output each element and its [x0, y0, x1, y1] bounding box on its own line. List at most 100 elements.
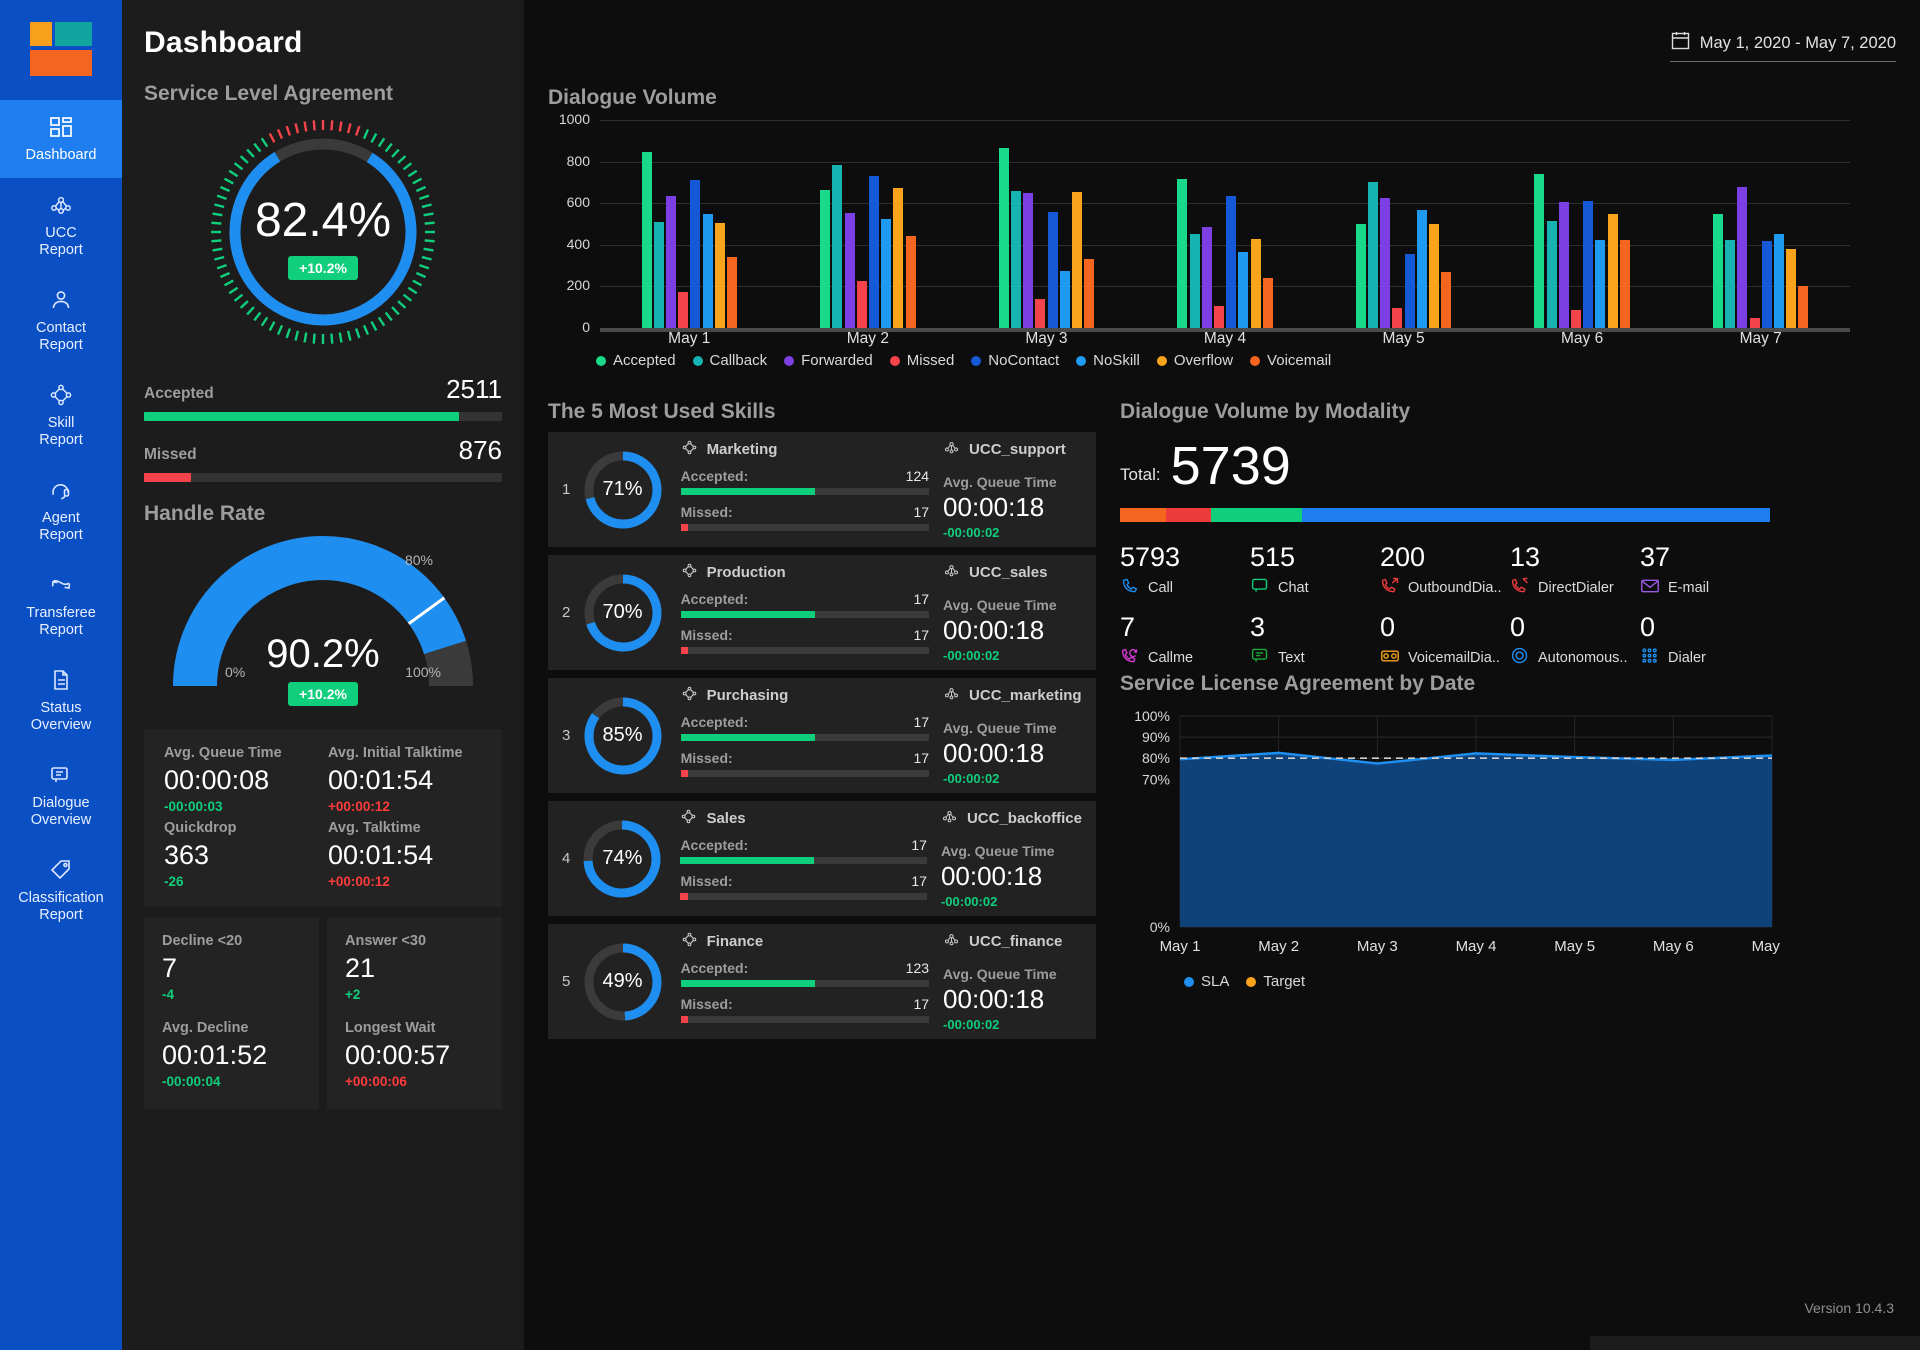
- legend-item[interactable]: NoContact: [971, 352, 1059, 369]
- skill-missed-row: Missed:17: [681, 627, 929, 643]
- bar: [715, 223, 725, 328]
- kpi-stat-value: 00:01:54: [328, 763, 482, 797]
- bar: [1786, 249, 1796, 328]
- skill-missed-value: 17: [913, 504, 929, 520]
- modality-total: Total: 5739: [1120, 438, 1770, 494]
- sidebar-item-contact-report[interactable]: ContactReport: [0, 273, 122, 368]
- skill-accepted-progress: [680, 857, 927, 864]
- sidebar-item-dialogue-overview[interactable]: DialogueOverview: [0, 748, 122, 843]
- sidebar-item-label: TransfereeReport: [4, 605, 118, 639]
- legend-label: Callback: [710, 352, 768, 369]
- skill-missed-value: 17: [913, 996, 929, 1012]
- skill-card[interactable]: 385%PurchasingAccepted:17Missed:17UCC_ma…: [548, 678, 1096, 793]
- sidebar-item-label: Dashboard: [4, 147, 118, 164]
- sidebar-item-skill-report[interactable]: SkillReport: [0, 368, 122, 463]
- legend-swatch: [1076, 356, 1086, 366]
- legend-item[interactable]: Overflow: [1157, 352, 1233, 369]
- modality-item: 200OutboundDia..: [1380, 542, 1510, 600]
- handle-rate-delta-badge: +10.2%: [288, 682, 358, 706]
- skill-name-row: Production: [681, 562, 929, 583]
- legend-swatch: [1250, 356, 1260, 366]
- kpi-stat-value: 21: [345, 951, 484, 985]
- outbound-call-icon: [1380, 576, 1400, 600]
- skill-queue-delta: -00:00:02: [943, 771, 1082, 786]
- skill-card[interactable]: 171%MarketingAccepted:124Missed:17UCC_su…: [548, 432, 1096, 547]
- main-content: May 1, 2020 - May 7, 2020 Dialogue Volum…: [524, 0, 1920, 1350]
- skill-card[interactable]: 549%FinanceAccepted:123Missed:17UCC_fina…: [548, 924, 1096, 1039]
- skill-card[interactable]: 474%SalesAccepted:17Missed:17UCC_backoff…: [548, 801, 1096, 916]
- accepted-label: Accepted: [144, 385, 214, 403]
- sidebar-item-classification-report[interactable]: ClassificationReport: [0, 843, 122, 938]
- skill-queue-label: Avg. Queue Time: [943, 720, 1082, 736]
- sla-gauge: 82.4% +10.2%: [158, 110, 488, 360]
- bar: [1263, 278, 1273, 328]
- version-label: Version 10.4.3: [1804, 1300, 1894, 1316]
- skill-queue-label: Avg. Queue Time: [943, 966, 1082, 982]
- skill-missed-progress: [681, 647, 929, 654]
- skill-node-icon: [681, 931, 698, 952]
- skill-name: Production: [707, 564, 786, 581]
- sidebar-item-agent-report[interactable]: AgentReport: [0, 463, 122, 558]
- bar: [1762, 241, 1772, 328]
- skill-rank: 1: [562, 481, 579, 498]
- y-axis-tick: 600: [548, 194, 590, 210]
- svg-text:May 4: May 4: [1456, 938, 1497, 955]
- skill-accepted-progress: [681, 734, 929, 741]
- bar: [1368, 182, 1378, 328]
- modality-label-row: Callme: [1120, 646, 1250, 670]
- skill-accepted-value: 17: [913, 714, 929, 730]
- skill-accepted-value: 123: [906, 960, 929, 976]
- sidebar-item-dashboard[interactable]: Dashboard: [0, 100, 122, 178]
- legend-item[interactable]: Missed: [890, 352, 955, 369]
- legend-item[interactable]: Forwarded: [784, 352, 873, 369]
- kpi-stat-value: 363: [164, 838, 318, 872]
- sidebar-item-label: DialogueOverview: [4, 795, 118, 829]
- skill-missed-progress: [680, 893, 927, 900]
- legend-item[interactable]: Voicemail: [1250, 352, 1331, 369]
- person-icon: [4, 287, 118, 313]
- skills-list: 171%MarketingAccepted:124Missed:17UCC_su…: [548, 432, 1096, 1047]
- bar: [678, 292, 688, 328]
- kpi-stat-label: Longest Wait: [345, 1020, 484, 1036]
- bar: [703, 214, 713, 328]
- kpi-stat: Decline <207-4: [162, 933, 301, 1002]
- sidebar-item-transferee-report[interactable]: TransfereeReport: [0, 558, 122, 653]
- skill-missed-row: Missed:17: [681, 750, 929, 766]
- modality-item: 0Autonomous..: [1510, 612, 1640, 670]
- x-axis-tick: May 4: [1136, 330, 1315, 348]
- modality-label: Text: [1278, 650, 1305, 666]
- legend-item[interactable]: NoSkill: [1076, 352, 1140, 369]
- modality-item: 0VoicemailDia..: [1380, 612, 1510, 670]
- bar: [1060, 271, 1070, 328]
- sidebar-item-ucc-report[interactable]: UCCReport: [0, 178, 122, 273]
- legend-item[interactable]: SLA: [1184, 973, 1229, 990]
- modality-item: 0Dialer: [1640, 612, 1770, 670]
- taskbar-strip: [1590, 1336, 1920, 1350]
- bar: [1620, 240, 1630, 328]
- modality-value: 0: [1640, 612, 1770, 643]
- y-axis-tick: 200: [548, 277, 590, 293]
- kpi-stat-value: 7: [162, 951, 301, 985]
- skill-details: ProductionAccepted:17Missed:17: [681, 562, 929, 663]
- bar: [727, 257, 737, 328]
- kpi-stat-delta: -4: [162, 987, 301, 1002]
- legend-item[interactable]: Target: [1246, 973, 1305, 990]
- bar: [1356, 224, 1366, 328]
- skill-card[interactable]: 270%ProductionAccepted:17Missed:17UCC_sa…: [548, 555, 1096, 670]
- bar: [1023, 193, 1033, 328]
- skill-ucc-row: UCC_support: [943, 439, 1082, 460]
- date-range-picker[interactable]: May 1, 2020 - May 7, 2020: [1670, 30, 1896, 62]
- legend-item[interactable]: Accepted: [596, 352, 676, 369]
- bar: [881, 219, 891, 328]
- network-icon: [941, 808, 958, 829]
- x-axis-tick: May 3: [957, 330, 1136, 348]
- svg-text:May 1: May 1: [1160, 938, 1201, 955]
- skill-missed-label: Missed:: [680, 873, 732, 889]
- direct-dialer-icon: [1510, 576, 1530, 600]
- legend-label: Accepted: [613, 352, 676, 369]
- skill-missed-progress: [681, 1016, 929, 1023]
- legend-item[interactable]: Callback: [693, 352, 768, 369]
- sidebar-item-status-overview[interactable]: StatusOverview: [0, 653, 122, 748]
- modality-heading: Dialogue Volume by Modality: [1120, 400, 1770, 424]
- accepted-value: 2511: [446, 374, 502, 405]
